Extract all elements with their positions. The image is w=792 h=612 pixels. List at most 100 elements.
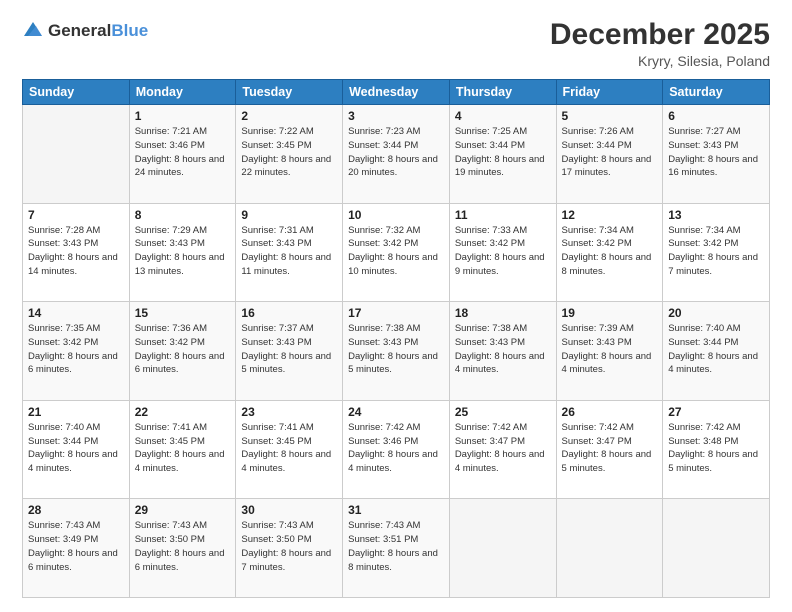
day-number: 17 — [348, 306, 444, 320]
day-info: Sunrise: 7:43 AMSunset: 3:50 PMDaylight:… — [135, 519, 231, 574]
day-info: Sunrise: 7:42 AMSunset: 3:47 PMDaylight:… — [562, 421, 658, 476]
page: GeneralBlue December 2025 Kryry, Silesia… — [0, 0, 792, 612]
header-saturday: Saturday — [663, 80, 770, 105]
day-number: 13 — [668, 208, 764, 222]
calendar-day-cell — [449, 499, 556, 598]
day-info: Sunrise: 7:42 AMSunset: 3:48 PMDaylight:… — [668, 421, 764, 476]
day-info: Sunrise: 7:39 AMSunset: 3:43 PMDaylight:… — [562, 322, 658, 377]
day-number: 7 — [28, 208, 124, 222]
day-info: Sunrise: 7:43 AMSunset: 3:49 PMDaylight:… — [28, 519, 124, 574]
calendar-day-cell: 15 Sunrise: 7:36 AMSunset: 3:42 PMDayligh… — [129, 302, 236, 401]
day-number: 12 — [562, 208, 658, 222]
day-info: Sunrise: 7:21 AMSunset: 3:46 PMDaylight:… — [135, 125, 231, 180]
calendar-day-cell: 9 Sunrise: 7:31 AMSunset: 3:43 PMDaylight… — [236, 203, 343, 302]
day-number: 18 — [455, 306, 551, 320]
day-info: Sunrise: 7:27 AMSunset: 3:43 PMDaylight:… — [668, 125, 764, 180]
calendar-day-cell: 25Sunrise: 7:42 AMSunset: 3:47 PMDayligh… — [449, 400, 556, 499]
day-info: Sunrise: 7:36 AMSunset: 3:42 PMDaylight:… — [135, 322, 231, 377]
day-info: Sunrise: 7:38 AMSunset: 3:43 PMDaylight:… — [455, 322, 551, 377]
day-number: 30 — [241, 503, 337, 517]
calendar-day-cell: 26 Sunrise: 7:42 AMSunset: 3:47 PMDayligh… — [556, 400, 663, 499]
day-number: 22 — [135, 405, 231, 419]
day-info: Sunrise: 7:31 AMSunset: 3:43 PMDaylight:… — [241, 224, 337, 279]
logo-text: GeneralBlue — [48, 22, 148, 41]
calendar-day-cell: 16Sunrise: 7:37 AMSunset: 3:43 PMDayligh… — [236, 302, 343, 401]
day-number: 5 — [562, 109, 658, 123]
calendar-day-cell: 23 Sunrise: 7:41 AMSunset: 3:45 PMDayligh… — [236, 400, 343, 499]
day-info: Sunrise: 7:32 AMSunset: 3:42 PMDaylight:… — [348, 224, 444, 279]
calendar-day-cell: 1 Sunrise: 7:21 AMSunset: 3:46 PMDaylight… — [129, 105, 236, 204]
calendar-day-cell: 22 Sunrise: 7:41 AMSunset: 3:45 PMDayligh… — [129, 400, 236, 499]
day-number: 10 — [348, 208, 444, 222]
header-tuesday: Tuesday — [236, 80, 343, 105]
calendar-week-row: 14Sunrise: 7:35 AMSunset: 3:42 PMDayligh… — [23, 302, 770, 401]
day-number: 19 — [562, 306, 658, 320]
calendar-day-cell — [23, 105, 130, 204]
day-number: 3 — [348, 109, 444, 123]
day-info: Sunrise: 7:43 AMSunset: 3:50 PMDaylight:… — [241, 519, 337, 574]
calendar-day-cell: 20Sunrise: 7:40 AMSunset: 3:44 PMDayligh… — [663, 302, 770, 401]
day-info: Sunrise: 7:23 AMSunset: 3:44 PMDaylight:… — [348, 125, 444, 180]
day-number: 25 — [455, 405, 551, 419]
day-info: Sunrise: 7:43 AMSunset: 3:51 PMDaylight:… — [348, 519, 444, 574]
header-monday: Monday — [129, 80, 236, 105]
day-info: Sunrise: 7:38 AMSunset: 3:43 PMDaylight:… — [348, 322, 444, 377]
calendar-day-cell: 18 Sunrise: 7:38 AMSunset: 3:43 PMDayligh… — [449, 302, 556, 401]
day-info: Sunrise: 7:41 AMSunset: 3:45 PMDaylight:… — [241, 421, 337, 476]
calendar-day-cell: 29Sunrise: 7:43 AMSunset: 3:50 PMDayligh… — [129, 499, 236, 598]
calendar-day-cell: 10 Sunrise: 7:32 AMSunset: 3:42 PMDayligh… — [343, 203, 450, 302]
day-info: Sunrise: 7:29 AMSunset: 3:43 PMDaylight:… — [135, 224, 231, 279]
day-number: 4 — [455, 109, 551, 123]
header-wednesday: Wednesday — [343, 80, 450, 105]
day-number: 11 — [455, 208, 551, 222]
day-info: Sunrise: 7:40 AMSunset: 3:44 PMDaylight:… — [668, 322, 764, 377]
header-sunday: Sunday — [23, 80, 130, 105]
day-number: 28 — [28, 503, 124, 517]
title-block: December 2025 Kryry, Silesia, Poland — [550, 18, 770, 69]
calendar-day-cell: 2 Sunrise: 7:22 AMSunset: 3:45 PMDaylight… — [236, 105, 343, 204]
day-info: Sunrise: 7:35 AMSunset: 3:42 PMDaylight:… — [28, 322, 124, 377]
calendar-day-cell: 12 Sunrise: 7:34 AMSunset: 3:42 PMDayligh… — [556, 203, 663, 302]
calendar-day-cell: 17 Sunrise: 7:38 AMSunset: 3:43 PMDayligh… — [343, 302, 450, 401]
day-number: 1 — [135, 109, 231, 123]
day-number: 15 — [135, 306, 231, 320]
weekday-header-row: Sunday Monday Tuesday Wednesday Thursday… — [23, 80, 770, 105]
day-number: 26 — [562, 405, 658, 419]
calendar-day-cell: 4Sunrise: 7:25 AMSunset: 3:44 PMDaylight… — [449, 105, 556, 204]
logo-icon — [22, 18, 44, 45]
logo-blue: Blue — [111, 21, 148, 40]
day-number: 2 — [241, 109, 337, 123]
day-info: Sunrise: 7:33 AMSunset: 3:42 PMDaylight:… — [455, 224, 551, 279]
logo-general: General — [48, 21, 111, 40]
calendar-day-cell: 28 Sunrise: 7:43 AMSunset: 3:49 PMDayligh… — [23, 499, 130, 598]
calendar-day-cell: 30 Sunrise: 7:43 AMSunset: 3:50 PMDayligh… — [236, 499, 343, 598]
calendar-day-cell — [556, 499, 663, 598]
day-info: Sunrise: 7:37 AMSunset: 3:43 PMDaylight:… — [241, 322, 337, 377]
calendar-day-cell: 8 Sunrise: 7:29 AMSunset: 3:43 PMDaylight… — [129, 203, 236, 302]
day-number: 8 — [135, 208, 231, 222]
day-info: Sunrise: 7:40 AMSunset: 3:44 PMDaylight:… — [28, 421, 124, 476]
calendar-week-row: 1 Sunrise: 7:21 AMSunset: 3:46 PMDaylight… — [23, 105, 770, 204]
calendar-day-cell: 27 Sunrise: 7:42 AMSunset: 3:48 PMDayligh… — [663, 400, 770, 499]
calendar-day-cell — [663, 499, 770, 598]
calendar-day-cell: 14Sunrise: 7:35 AMSunset: 3:42 PMDayligh… — [23, 302, 130, 401]
day-info: Sunrise: 7:26 AMSunset: 3:44 PMDaylight:… — [562, 125, 658, 180]
calendar-week-row: 21Sunrise: 7:40 AMSunset: 3:44 PMDayligh… — [23, 400, 770, 499]
day-number: 9 — [241, 208, 337, 222]
calendar-week-row: 7 Sunrise: 7:28 AMSunset: 3:43 PMDaylight… — [23, 203, 770, 302]
day-info: Sunrise: 7:28 AMSunset: 3:43 PMDaylight:… — [28, 224, 124, 279]
month-title: December 2025 — [550, 18, 770, 51]
day-info: Sunrise: 7:34 AMSunset: 3:42 PMDaylight:… — [668, 224, 764, 279]
day-number: 24 — [348, 405, 444, 419]
day-info: Sunrise: 7:41 AMSunset: 3:45 PMDaylight:… — [135, 421, 231, 476]
day-number: 23 — [241, 405, 337, 419]
day-info: Sunrise: 7:22 AMSunset: 3:45 PMDaylight:… — [241, 125, 337, 180]
calendar-day-cell: 24 Sunrise: 7:42 AMSunset: 3:46 PMDayligh… — [343, 400, 450, 499]
day-info: Sunrise: 7:34 AMSunset: 3:42 PMDaylight:… — [562, 224, 658, 279]
day-number: 27 — [668, 405, 764, 419]
calendar-day-cell: 13 Sunrise: 7:34 AMSunset: 3:42 PMDayligh… — [663, 203, 770, 302]
day-info: Sunrise: 7:42 AMSunset: 3:46 PMDaylight:… — [348, 421, 444, 476]
header-friday: Friday — [556, 80, 663, 105]
calendar-day-cell: 11 Sunrise: 7:33 AMSunset: 3:42 PMDayligh… — [449, 203, 556, 302]
calendar-week-row: 28 Sunrise: 7:43 AMSunset: 3:49 PMDayligh… — [23, 499, 770, 598]
